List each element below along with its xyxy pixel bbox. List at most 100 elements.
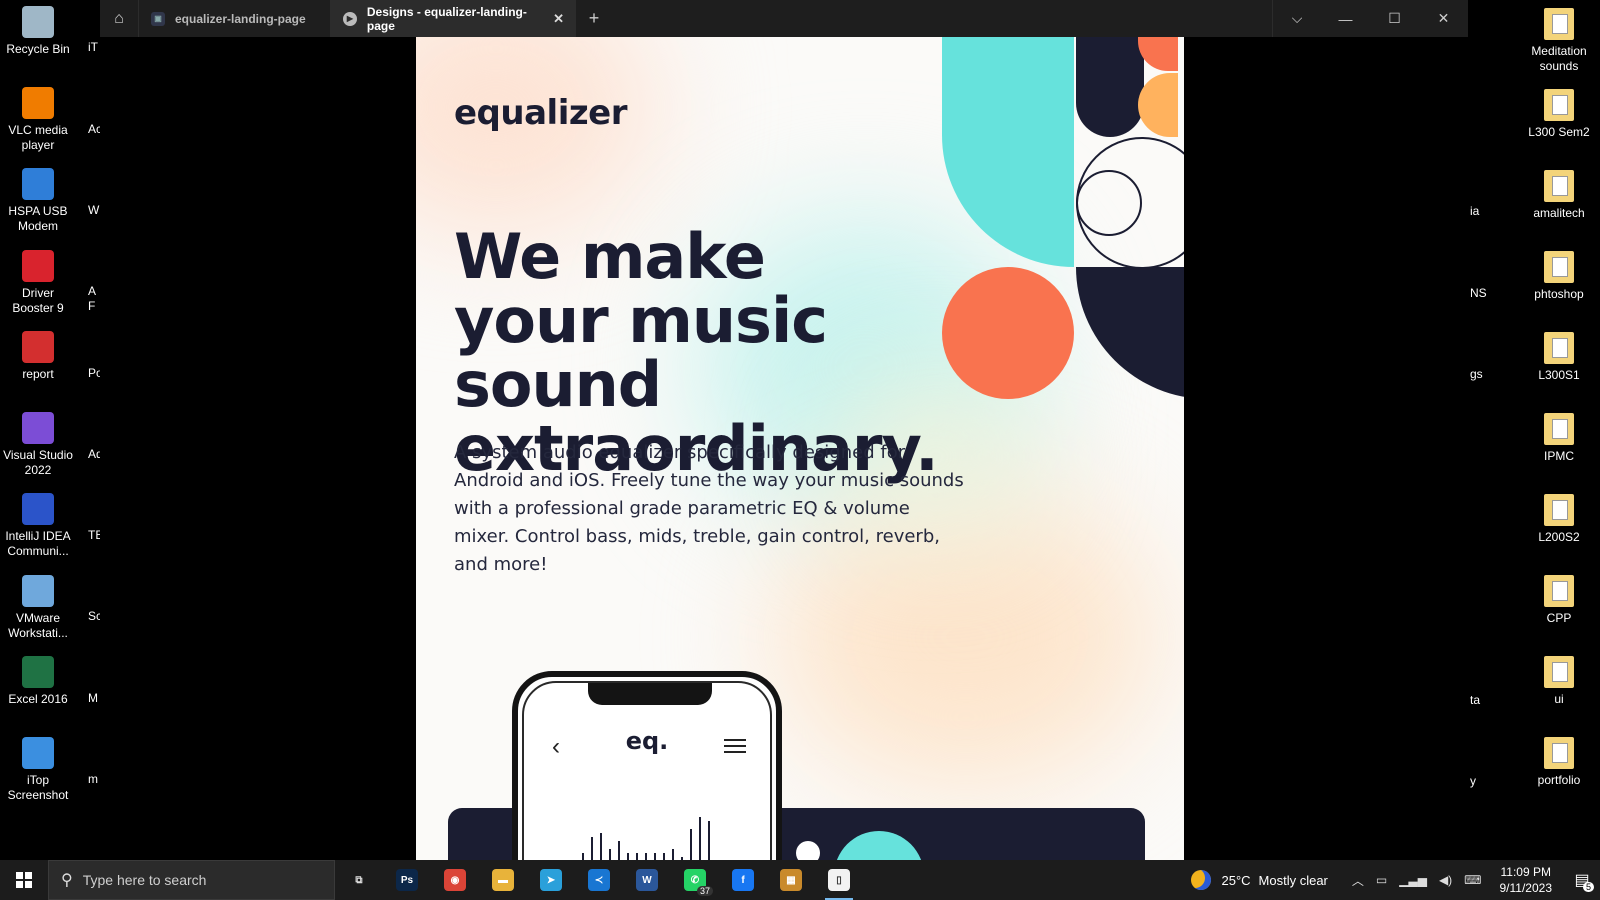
desktop-icon-label: VMware Workstati... [8,611,68,640]
maximize-button[interactable]: ☐ [1370,0,1419,37]
outline-circle-small [1076,170,1142,236]
desktop-icon[interactable]: IntelliJ IDEA Communi... [0,493,76,559]
desktop-icon-label: L300 Sem2 [1528,125,1590,139]
desktop-folder[interactable]: CPP [1518,575,1600,626]
desktop-icon[interactable]: report [0,331,76,382]
facebook-icon: f [732,869,754,891]
equalizer-bar [690,829,692,860]
desktop-icon[interactable]: Visual Studio 2022 [0,412,76,478]
folder-icon [1544,332,1574,364]
desktop-folder[interactable]: L300S1 [1518,332,1600,383]
equalizer-bar [636,853,638,860]
visual-studio-icon [22,412,54,444]
equalizer-bar [600,833,602,860]
teal-shape [942,37,1074,267]
desktop-icon-label: Excel 2016 [8,692,68,706]
driver-booster-icon [22,250,54,282]
equalizer-bar [627,853,629,860]
desktop-icon[interactable]: Recycle Bin [0,6,76,57]
keyboard-icon[interactable]: ⌨ [1464,873,1481,887]
weather-desc[interactable]: Mostly clear [1259,873,1328,888]
desktop-folder[interactable]: Meditation sounds [1518,8,1600,74]
vscode-taskbar-button[interactable]: ≺ [575,860,623,900]
home-icon[interactable]: ⌂ [100,0,138,37]
hidden-icon-label: iT [88,40,98,54]
task-view-taskbar-button[interactable]: ⧉ [335,860,383,900]
signal-icon[interactable]: ▁▃▅ [1399,873,1427,887]
volume-icon[interactable]: ◀) [1439,873,1452,887]
network-icon[interactable]: ▭ [1376,873,1387,887]
desktop-icon-label: portfolio [1537,773,1581,787]
notepad-taskbar-button[interactable]: ▯ [815,860,863,900]
taskbar-search-box[interactable]: ⚲ Type here to search [48,860,335,900]
weather-temp[interactable]: 25°C [1221,873,1250,888]
desktop-folder[interactable]: ui [1518,656,1600,707]
desktop-icon[interactable]: VMware Workstati... [0,575,76,641]
paint-app-taskbar-button[interactable]: ▦ [767,860,815,900]
tab-label: equalizer-landing-page [175,11,306,26]
dropdown-icon[interactable]: ⌵ [1272,0,1321,37]
hidden-icon-label: Sc [88,609,100,623]
coral-corner-shape [1138,37,1178,71]
weather-icon[interactable] [1191,870,1212,890]
notification-count: 5 [1582,882,1594,892]
file-explorer-taskbar-button[interactable]: ▬ [479,860,527,900]
hidden-icon-label: TE [88,528,100,542]
facebook-taskbar-button[interactable]: f [719,860,767,900]
desktop-folder[interactable]: amalitech [1518,170,1600,221]
minimize-button[interactable]: — [1321,0,1370,37]
folder-icon [1544,89,1574,121]
equalizer-bar [654,853,656,860]
desktop-icon[interactable]: iTop Screenshot [0,737,76,803]
vscode-icon: ≺ [588,869,610,891]
dark-quarter-shape [1076,267,1184,399]
start-button[interactable] [0,860,48,900]
taskbar: ⚲ Type here to search ⧉ Ps ◉ ▬ ➤ ≺ W ✆ 37 f ▦ ▯ 25°… [0,860,1600,900]
tab-designs[interactable]: ▶ Designs - equalizer-landing-page ✕ [330,0,576,37]
photoshop-taskbar-button[interactable]: Ps [383,860,431,900]
telegram-taskbar-button[interactable]: ➤ [527,860,575,900]
chevron-up-icon[interactable]: ︿ [1352,872,1364,889]
close-window-button[interactable]: ✕ [1419,0,1468,37]
gradient-blob [416,37,656,237]
tab-equalizer-landing-page[interactable]: ▣ equalizer-landing-page [138,0,330,37]
word-icon: W [636,869,658,891]
folder-icon [1544,413,1574,445]
phone-notch [588,683,712,705]
clock[interactable]: 11:09 PM 9/11/2023 [1500,864,1553,896]
photoshop-icon: Ps [396,869,418,891]
folder-icon [1544,737,1574,769]
desktop-folder[interactable]: phtoshop [1518,251,1600,302]
clock-date: 9/11/2023 [1499,881,1553,895]
whatsapp-taskbar-button[interactable]: ✆ 37 [671,860,719,900]
chrome-taskbar-button[interactable]: ◉ [431,860,479,900]
search-placeholder: Type here to search [82,872,207,888]
desktop-folder[interactable]: L300 Sem2 [1518,89,1600,140]
clock-time: 11:09 PM [1500,865,1551,879]
desktop-icon[interactable]: HSPA USB Modem [0,168,76,234]
design-canvas: equalizer We make your music sound extra… [416,37,1184,860]
hidden-icon-label: ia [1470,204,1480,218]
desktop-icon[interactable]: Driver Booster 9 [0,250,76,316]
desktop-folder[interactable]: IPMC [1518,413,1600,464]
desktop-icon-label: IntelliJ IDEA Communi... [5,529,71,558]
desktop-folder[interactable]: portfolio [1518,737,1600,788]
add-tab-button[interactable]: + [576,0,612,37]
desktop-folder[interactable]: L200S2 [1518,494,1600,545]
hidden-icon-label: M [88,691,98,705]
coral-circle [942,267,1074,399]
equalizer-bar [618,841,620,860]
paint-app-icon: ▦ [780,869,802,891]
desktop-icon-label: Driver Booster 9 [12,286,64,315]
desktop-icon[interactable]: VLC media player [0,87,76,153]
desktop-hidden-icons-right: ia NS gs ta y [1468,0,1518,860]
desktop-icon-label: L300S1 [1538,368,1580,382]
notification-icon[interactable]: ▤ 5 [1564,860,1600,900]
word-taskbar-button[interactable]: W [623,860,671,900]
tab-label: Designs - equalizer-landing-page [366,4,527,33]
equalizer-bar [645,853,647,860]
close-tab-icon[interactable]: ✕ [553,11,564,27]
hidden-icon-label: Ac [88,122,100,136]
desktop-icon[interactable]: Excel 2016 [0,656,76,707]
desktop-icon-label: VLC media player [8,123,68,152]
